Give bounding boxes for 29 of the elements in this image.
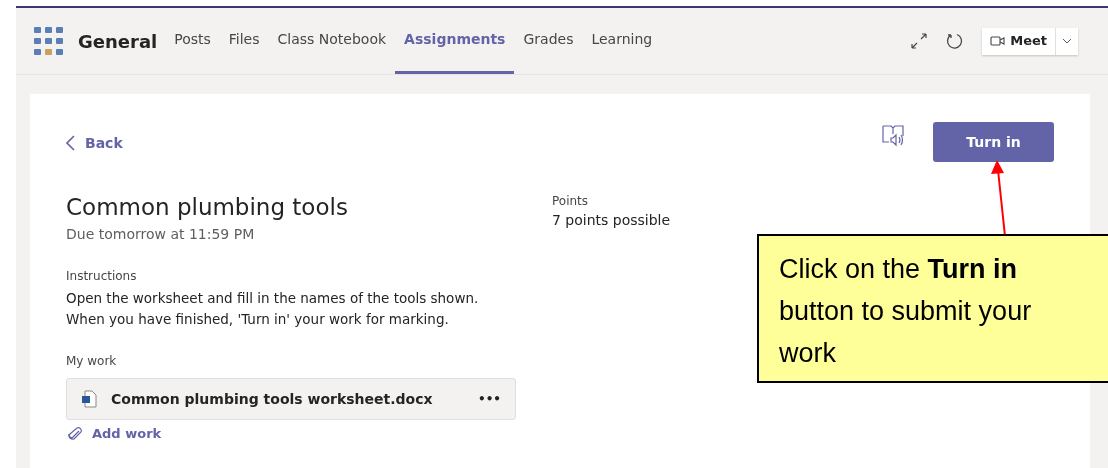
instructions-text: Open the worksheet and fill in the names of the tools shown. When you have finished, 'Turn in' your work for marking. bbox=[66, 289, 480, 329]
tab[interactable]: Posts bbox=[165, 8, 220, 74]
paperclip-icon bbox=[68, 425, 82, 442]
word-document-icon bbox=[81, 390, 97, 408]
points-label: Points bbox=[552, 193, 590, 210]
video-camera-icon bbox=[990, 35, 1006, 47]
channel-title: General bbox=[78, 29, 158, 54]
file-name: Common plumbing tools worksheet.docx bbox=[111, 389, 434, 409]
callout-text: Click on the Turn in button to submit your work bbox=[779, 253, 1033, 370]
tab[interactable]: Assignments bbox=[395, 8, 515, 74]
instructions-label: Instructions bbox=[66, 268, 138, 285]
tab[interactable]: Files bbox=[219, 8, 269, 74]
my-work-label: My work bbox=[66, 353, 118, 370]
assignment-title: Common plumbing tools bbox=[66, 193, 349, 222]
refresh-icon[interactable] bbox=[946, 32, 965, 50]
due-date: Due tomorrow at 11:59 PM bbox=[66, 225, 256, 244]
tab[interactable]: Learning bbox=[582, 8, 662, 74]
chevron-left-icon bbox=[66, 135, 75, 151]
more-options-button[interactable]: ••• bbox=[478, 390, 501, 408]
turn-in-button[interactable]: Turn in bbox=[933, 122, 1054, 162]
back-link[interactable]: Back bbox=[66, 132, 123, 154]
immersive-reader-icon[interactable] bbox=[881, 123, 905, 147]
points-value: 7 points possible bbox=[552, 211, 671, 230]
tab[interactable]: Grades bbox=[514, 8, 583, 74]
chevron-down-icon bbox=[1062, 38, 1072, 44]
file-card[interactable]: Common plumbing tools worksheet.docx ••• bbox=[66, 378, 516, 420]
add-work-link[interactable]: Add work bbox=[68, 424, 162, 444]
tab[interactable]: Class Notebook bbox=[268, 8, 396, 74]
expand-icon[interactable] bbox=[910, 32, 929, 50]
